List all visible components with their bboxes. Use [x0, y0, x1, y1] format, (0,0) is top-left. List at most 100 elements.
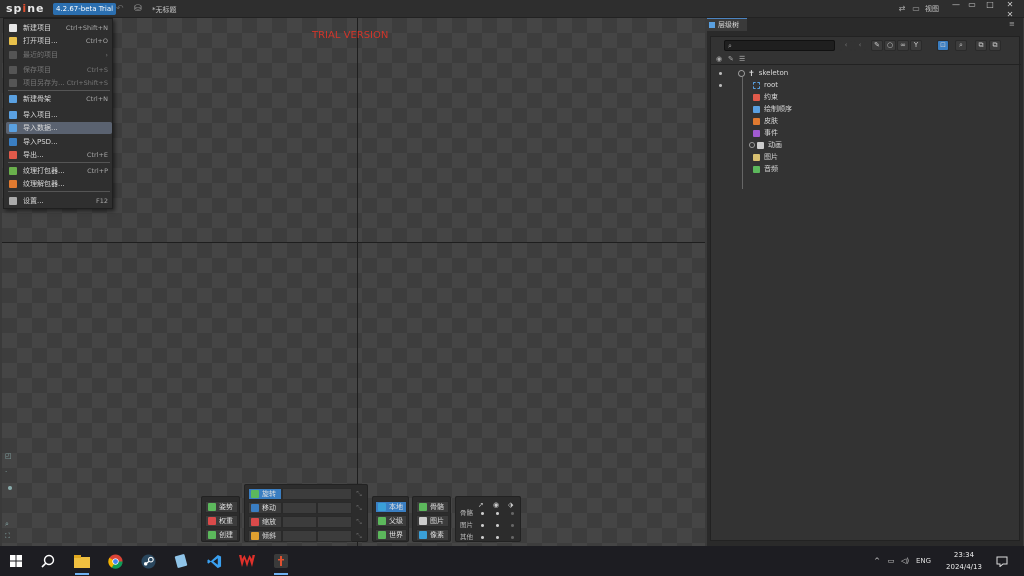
panel-close-icon[interactable]: ✕: [1002, 10, 1018, 19]
scale-lock-icon[interactable]: ⤡: [354, 517, 364, 527]
filter-next-icon[interactable]: ‹: [854, 40, 866, 51]
close-icon[interactable]: ✕: [1002, 0, 1018, 10]
scale-button[interactable]: 缩放: [248, 516, 282, 528]
expand-icon[interactable]: ⧉: [989, 40, 1001, 51]
tree-node-audio[interactable]: 音频: [753, 163, 778, 175]
filter-select-icon[interactable]: ⊡: [937, 40, 949, 51]
menu-item[interactable]: 纹理打包器... Ctrl+P: [6, 165, 112, 177]
images-names-toggle[interactable]: [511, 524, 514, 527]
tree-node-root[interactable]: root: [753, 79, 778, 91]
shear-button[interactable]: 倾斜: [248, 530, 282, 542]
scale-x-field[interactable]: [282, 516, 317, 528]
file-explorer-icon[interactable]: [72, 551, 92, 575]
spine-logo[interactable]: spine: [6, 2, 45, 15]
animations-expand-icon[interactable]: [749, 142, 755, 148]
save-icon[interactable]: ⛁: [134, 3, 146, 15]
menu-item[interactable]: 导入数据...: [6, 122, 112, 134]
others-visible-toggle[interactable]: [496, 536, 499, 539]
maximize-icon[interactable]: □: [982, 0, 998, 10]
root-visibility-dot[interactable]: [719, 84, 722, 87]
scale-y-field[interactable]: [317, 516, 352, 528]
spine-taskbar-icon[interactable]: [271, 551, 291, 575]
expand-toggle-icon[interactable]: [738, 69, 745, 77]
others-names-toggle[interactable]: [511, 536, 514, 539]
rotate-button[interactable]: 旋转: [248, 488, 282, 500]
volume-icon[interactable]: ◁): [898, 557, 912, 565]
tree-node-draw-order[interactable]: 绘制顺序: [753, 103, 792, 115]
translate-button[interactable]: 移动: [248, 502, 282, 514]
zoom-handle[interactable]: [8, 486, 12, 490]
vscode-icon[interactable]: [204, 551, 224, 571]
notification-icon[interactable]: [996, 546, 1008, 576]
rotate-value-field[interactable]: [282, 488, 352, 500]
collapse-icon[interactable]: ⧉: [975, 40, 987, 51]
images-select-toggle[interactable]: [481, 524, 484, 527]
filter-slots-icon[interactable]: ○: [884, 40, 896, 51]
filter-bones-icon[interactable]: ✎: [871, 40, 883, 51]
rotate-lock-icon[interactable]: ⤡: [354, 489, 364, 499]
local-axes-button[interactable]: 本地: [375, 501, 407, 513]
menu-item[interactable]: 纹理解包器...: [6, 178, 112, 190]
frame-icon[interactable]: ⛶: [5, 532, 10, 541]
tab-hierarchy[interactable]: 层级树: [707, 18, 747, 31]
fit-icon[interactable]: ◰: [5, 452, 12, 460]
create-button[interactable]: 创建: [205, 529, 238, 541]
shear-y-field[interactable]: [317, 530, 352, 542]
panel-menu-icon[interactable]: ≡: [1009, 20, 1015, 28]
chrome-icon[interactable]: [105, 551, 125, 571]
language-indicator[interactable]: ENG: [916, 557, 931, 565]
minimize-icon[interactable]: —: [948, 0, 964, 10]
view-icon[interactable]: ▭: [909, 2, 923, 16]
filter-attachments-icon[interactable]: ∞: [897, 40, 909, 51]
tree-node-events[interactable]: 事件: [753, 127, 778, 139]
menu-item[interactable]: 导入项目...: [6, 109, 112, 121]
translate-y-field[interactable]: [317, 502, 352, 514]
view-menu[interactable]: 视图: [925, 4, 939, 14]
shear-x-field[interactable]: [282, 530, 317, 542]
visibility-column-icon[interactable]: ◉: [716, 55, 722, 63]
parent-axes-button[interactable]: 父级: [375, 515, 407, 527]
network-icon[interactable]: ▭: [884, 557, 898, 565]
key-column-icon[interactable]: ✎: [728, 55, 734, 63]
tree-node-skeleton[interactable]: ✝ skeleton: [738, 67, 788, 79]
filter-prev-icon[interactable]: ‹: [840, 40, 852, 51]
bones-visible-toggle[interactable]: [496, 512, 499, 515]
zoom-icon[interactable]: ⌕: [5, 520, 9, 529]
tablet-app-icon[interactable]: [171, 551, 191, 571]
world-axes-button[interactable]: 世界: [375, 529, 407, 541]
pixels-button[interactable]: 像素: [416, 529, 449, 541]
menu-item[interactable]: 新建骨架 Ctrl+N: [6, 93, 112, 105]
bones-button[interactable]: 骨骼: [416, 501, 449, 513]
windows-start-icon[interactable]: [6, 551, 26, 571]
shear-lock-icon[interactable]: ⤡: [354, 531, 364, 541]
others-select-toggle[interactable]: [481, 536, 484, 539]
images-visible-toggle[interactable]: [496, 524, 499, 527]
filter-constraints-icon[interactable]: Y: [910, 40, 922, 51]
bones-select-toggle[interactable]: [481, 512, 484, 515]
sync-icon[interactable]: ⇄: [895, 2, 909, 16]
images-button[interactable]: 图片: [416, 515, 449, 527]
weights-button[interactable]: 权重: [205, 515, 238, 527]
taskbar-clock[interactable]: 23:34 2024/4/13: [940, 549, 988, 573]
tree-search-input[interactable]: ⌕: [724, 40, 835, 51]
tree-node-images[interactable]: 图片: [753, 151, 778, 163]
filter-search-icon[interactable]: ⌕: [955, 40, 967, 51]
menu-item[interactable]: 新建项目 Ctrl+Shift+N: [6, 22, 112, 34]
menu-item[interactable]: 导出... Ctrl+E: [6, 149, 112, 161]
menu-item[interactable]: 设置... F12: [6, 195, 112, 207]
tree-node-constraints[interactable]: 约束: [753, 91, 778, 103]
skeleton-visibility-dot[interactable]: [719, 72, 722, 75]
pose-button[interactable]: 姿势: [205, 501, 238, 513]
translate-x-field[interactable]: [282, 502, 317, 514]
sort-column-icon[interactable]: ☰: [739, 55, 745, 63]
menu-item[interactable]: 打开项目... Ctrl+O: [6, 35, 112, 47]
search-icon[interactable]: [38, 551, 58, 571]
zoom-slider[interactable]: ◰ · ⌕ ⛶: [5, 450, 15, 545]
translate-lock-icon[interactable]: ⤡: [354, 503, 364, 513]
wps-icon[interactable]: [237, 551, 257, 571]
steam-icon[interactable]: [138, 551, 158, 571]
menu-item[interactable]: 导入PSD...: [6, 136, 112, 148]
tree-node-skins[interactable]: 皮肤: [753, 115, 778, 127]
tray-chevron-up-icon[interactable]: ^: [870, 557, 884, 565]
bones-names-toggle[interactable]: [511, 512, 514, 515]
